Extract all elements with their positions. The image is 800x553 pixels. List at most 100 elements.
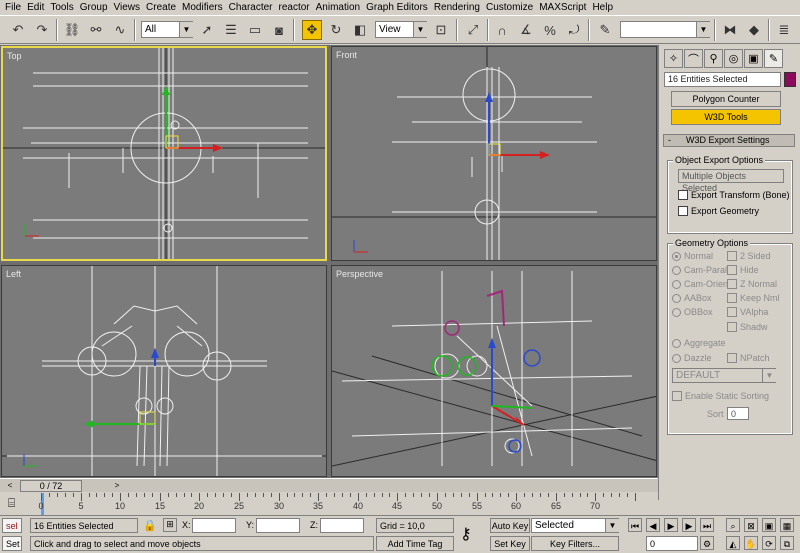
maxscript-listener-line2[interactable]: Set [2,536,22,551]
time-slider-thumb[interactable]: 0 / 72 [20,480,82,492]
angle-snap-icon[interactable]: ∡ [516,20,536,40]
w3d-export-settings-rollout[interactable]: - W3D Export Settings [663,134,795,147]
y-coordinate-field[interactable] [256,518,300,533]
select-and-scale-icon[interactable]: ◧ [350,20,370,40]
key-icon[interactable]: ⚷ [460,524,472,544]
modify-tab-icon[interactable]: ⌒ [684,49,703,68]
rectangular-selection-icon[interactable]: ▭ [245,20,265,40]
track-bar[interactable]: ⌸ 0 5 10 15 20 25 30 35 40 45 50 55 60 65 70 [0,493,658,515]
menu-item-tools[interactable]: Tools [48,1,77,15]
selection-color-swatch[interactable] [784,72,796,87]
menu-item-maxscript[interactable]: MAXScript [537,1,590,15]
current-frame-field[interactable]: 0 [646,536,698,551]
curve-editor-icon[interactable]: ⌸ [8,496,15,511]
motion-tab-icon[interactable]: ◎ [724,49,743,68]
w3d-tools-button[interactable]: W3D Tools [671,109,781,125]
select-object-icon[interactable]: ➚ [197,20,217,40]
display-tab-icon[interactable]: ▣ [744,49,763,68]
menu-item-edit[interactable]: Edit [25,1,48,15]
selection-name-field[interactable]: 16 Entities Selected [664,72,781,87]
radio-normal[interactable]: Normal [672,251,713,261]
menu-item-customize[interactable]: Customize [484,1,537,15]
menu-item-graph-editors[interactable]: Graph Editors [364,1,432,15]
select-by-name-icon[interactable]: ☰ [221,20,241,40]
sort-spinner[interactable]: 0 [727,407,749,420]
go-to-end-icon[interactable]: ⏭ [700,518,714,532]
layer-manager-icon[interactable]: ≣ [774,20,794,40]
radio-cam-orient[interactable]: Cam-Orient [672,279,731,289]
menu-item-file[interactable]: File [3,1,25,15]
named-selection-dropdown[interactable]: ▼ [620,21,710,38]
menu-item-help[interactable]: Help [590,1,617,15]
dazzle-type-dropdown[interactable]: DEFAULT ▼ [672,368,776,383]
menu-item-modifiers[interactable]: Modifiers [180,1,227,15]
hierarchy-tab-icon[interactable]: ⚲ [704,49,723,68]
maximize-viewport-icon[interactable]: ⧉ [780,536,794,550]
time-slider-prev-icon[interactable]: < [3,480,17,492]
reference-coordinate-dropdown[interactable]: View ▼ [375,21,427,38]
menu-item-group[interactable]: Group [78,1,112,15]
enable-static-sorting-checkbox[interactable]: Enable Static Sorting [672,391,769,401]
viewport-top[interactable]: Top [1,46,327,261]
previous-frame-icon[interactable]: ◀ [646,518,660,532]
menu-item-character[interactable]: Character [227,1,277,15]
time-slider-next-icon[interactable]: > [110,480,124,492]
pivot-center-icon[interactable]: ⊡ [431,20,451,40]
key-mode-dropdown[interactable]: Selected ▼ [531,518,619,533]
valpha-checkbox[interactable]: VAlpha [727,307,768,317]
shadw-checkbox[interactable]: Shadw [727,322,768,332]
zoom-icon[interactable]: ⌕ [726,518,740,532]
radio-cam-paral[interactable]: Cam-Paral [672,265,727,275]
align-icon[interactable]: ◆ [744,20,764,40]
select-and-move-icon[interactable]: ✥ [302,20,322,40]
radio-obbox[interactable]: OBBox [672,307,713,317]
percent-snap-icon[interactable]: % [540,20,560,40]
undo-icon[interactable]: ↶ [8,20,28,40]
zoom-extents-all-icon[interactable]: ▦ [780,518,794,532]
selection-filter-dropdown[interactable]: All ▼ [141,21,193,38]
radio-dazzle[interactable]: Dazzle [672,353,712,363]
keep-nml-checkbox[interactable]: Keep Nml [727,293,780,303]
spinner-snap-icon[interactable]: ⤾ [564,20,584,40]
export-transform-checkbox[interactable]: Export Transform (Bone) [678,190,790,200]
viewport-perspective[interactable]: Perspective [331,265,657,477]
maxscript-listener-line1[interactable]: sel [2,518,22,533]
window-crossing-icon[interactable]: ◙ [269,20,289,40]
radio-aggregate[interactable]: Aggregate [672,338,726,348]
bind-to-space-warp-icon[interactable]: ∿ [110,20,130,40]
viewport-left[interactable]: Left [1,265,327,477]
auto-key-button[interactable]: Auto Key [490,518,530,533]
menu-item-views[interactable]: Views [112,1,145,15]
add-time-tag-button[interactable]: Add Time Tag [376,536,454,551]
menu-item-reactor[interactable]: reactor [277,1,314,15]
menu-item-animation[interactable]: Animation [314,1,364,15]
export-geometry-checkbox[interactable]: Export Geometry [678,206,759,216]
zoom-all-icon[interactable]: ⊠ [744,518,758,532]
mirror-icon[interactable]: ⧓ [720,20,740,40]
selection-lock-icon[interactable]: 🔒 [143,519,157,532]
field-of-view-icon[interactable]: ◭ [726,536,740,550]
snaps-toggle-icon[interactable]: ∩ [492,20,512,40]
menu-item-rendering[interactable]: Rendering [432,1,484,15]
two-sided-checkbox[interactable]: 2 Sided [727,251,771,261]
x-coordinate-field[interactable] [192,518,236,533]
radio-aabox[interactable]: AABox [672,293,712,303]
frame-ruler[interactable]: 0 5 10 15 20 25 30 35 40 45 50 55 60 65 70 [38,493,636,515]
set-key-button[interactable]: Set Key [490,536,530,551]
pan-icon[interactable]: ✋ [744,536,758,550]
npatch-checkbox[interactable]: NPatch [727,353,770,363]
hide-checkbox[interactable]: Hide [727,265,759,275]
z-normal-checkbox[interactable]: Z Normal [727,279,777,289]
manipulate-icon[interactable]: ⤢ [463,20,483,40]
edit-named-selections-icon[interactable]: ✎ [595,20,615,40]
zoom-extents-icon[interactable]: ▣ [762,518,776,532]
key-filters-button[interactable]: Key Filters... [531,536,619,551]
absolute-mode-icon[interactable]: ⊞ [163,518,177,532]
time-configuration-icon[interactable]: ⚙ [700,536,714,550]
arc-rotate-icon[interactable]: ⟳ [762,536,776,550]
menu-item-create[interactable]: Create [144,1,180,15]
polygon-counter-button[interactable]: Polygon Counter [671,91,781,107]
unlink-icon[interactable]: ⚯ [86,20,106,40]
z-coordinate-field[interactable] [320,518,364,533]
play-icon[interactable]: ▶ [664,518,678,532]
